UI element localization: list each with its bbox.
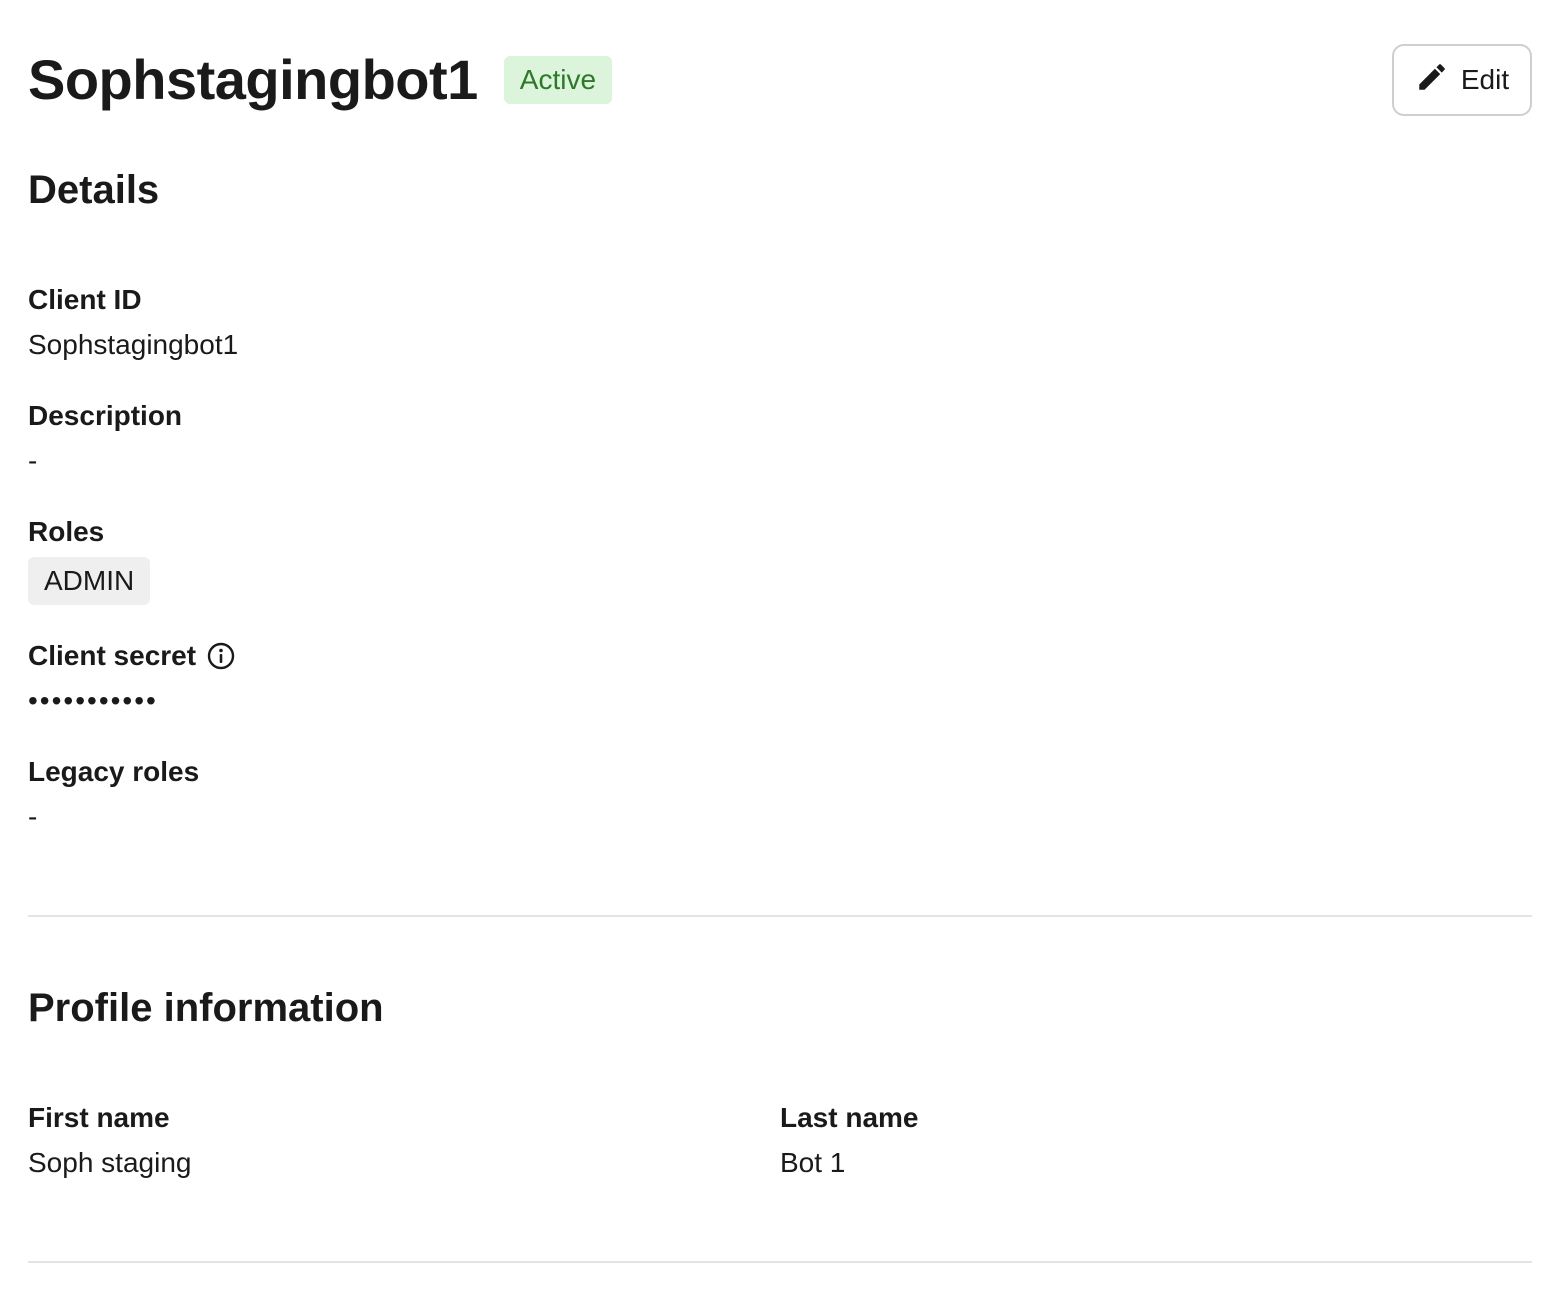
pencil-icon: [1415, 60, 1449, 101]
last-name-field: Last name Bot 1: [780, 1101, 919, 1181]
page-title: Sophstagingbot1: [28, 48, 478, 111]
roles-label: Roles: [28, 516, 105, 547]
client-id-label: Client ID: [28, 284, 142, 315]
roles-field: Roles ADMIN: [28, 515, 151, 605]
role-chip: ADMIN: [28, 557, 151, 605]
page-header: Sophstagingbot1 Active Edit: [28, 44, 1532, 116]
client-secret-field: Client secret •••••••••••: [28, 639, 236, 719]
description-label: Description: [28, 400, 183, 431]
bot-detail-page: Sophstagingbot1 Active Edit Details Clie…: [0, 0, 1556, 1290]
client-secret-label: Client secret: [28, 640, 197, 671]
client-secret-value: •••••••••••: [28, 685, 158, 716]
bottom-divider: [28, 1261, 1532, 1263]
details-section-title: Details: [28, 168, 160, 212]
info-icon[interactable]: [206, 641, 236, 671]
first-name-field: First name Soph staging: [28, 1101, 191, 1181]
status-badge: Active: [503, 56, 613, 104]
client-secret-label-row: Client secret: [28, 639, 236, 673]
profile-section-title: Profile information: [28, 986, 384, 1030]
description-value: -: [28, 445, 38, 476]
first-name-label: First name: [28, 1102, 170, 1133]
first-name-value: Soph staging: [28, 1147, 192, 1178]
last-name-label: Last name: [780, 1102, 919, 1133]
section-divider: [28, 915, 1532, 917]
edit-button-label: Edit: [1460, 64, 1510, 95]
last-name-value: Bot 1: [780, 1147, 846, 1178]
client-id-value: Sophstagingbot1: [28, 329, 239, 360]
description-field: Description -: [28, 399, 182, 479]
legacy-roles-field: Legacy roles -: [28, 755, 199, 835]
client-id-field: Client ID Sophstagingbot1: [28, 283, 238, 363]
legacy-roles-label: Legacy roles: [28, 756, 200, 787]
legacy-roles-value: -: [28, 801, 38, 832]
edit-button[interactable]: Edit: [1392, 44, 1532, 116]
